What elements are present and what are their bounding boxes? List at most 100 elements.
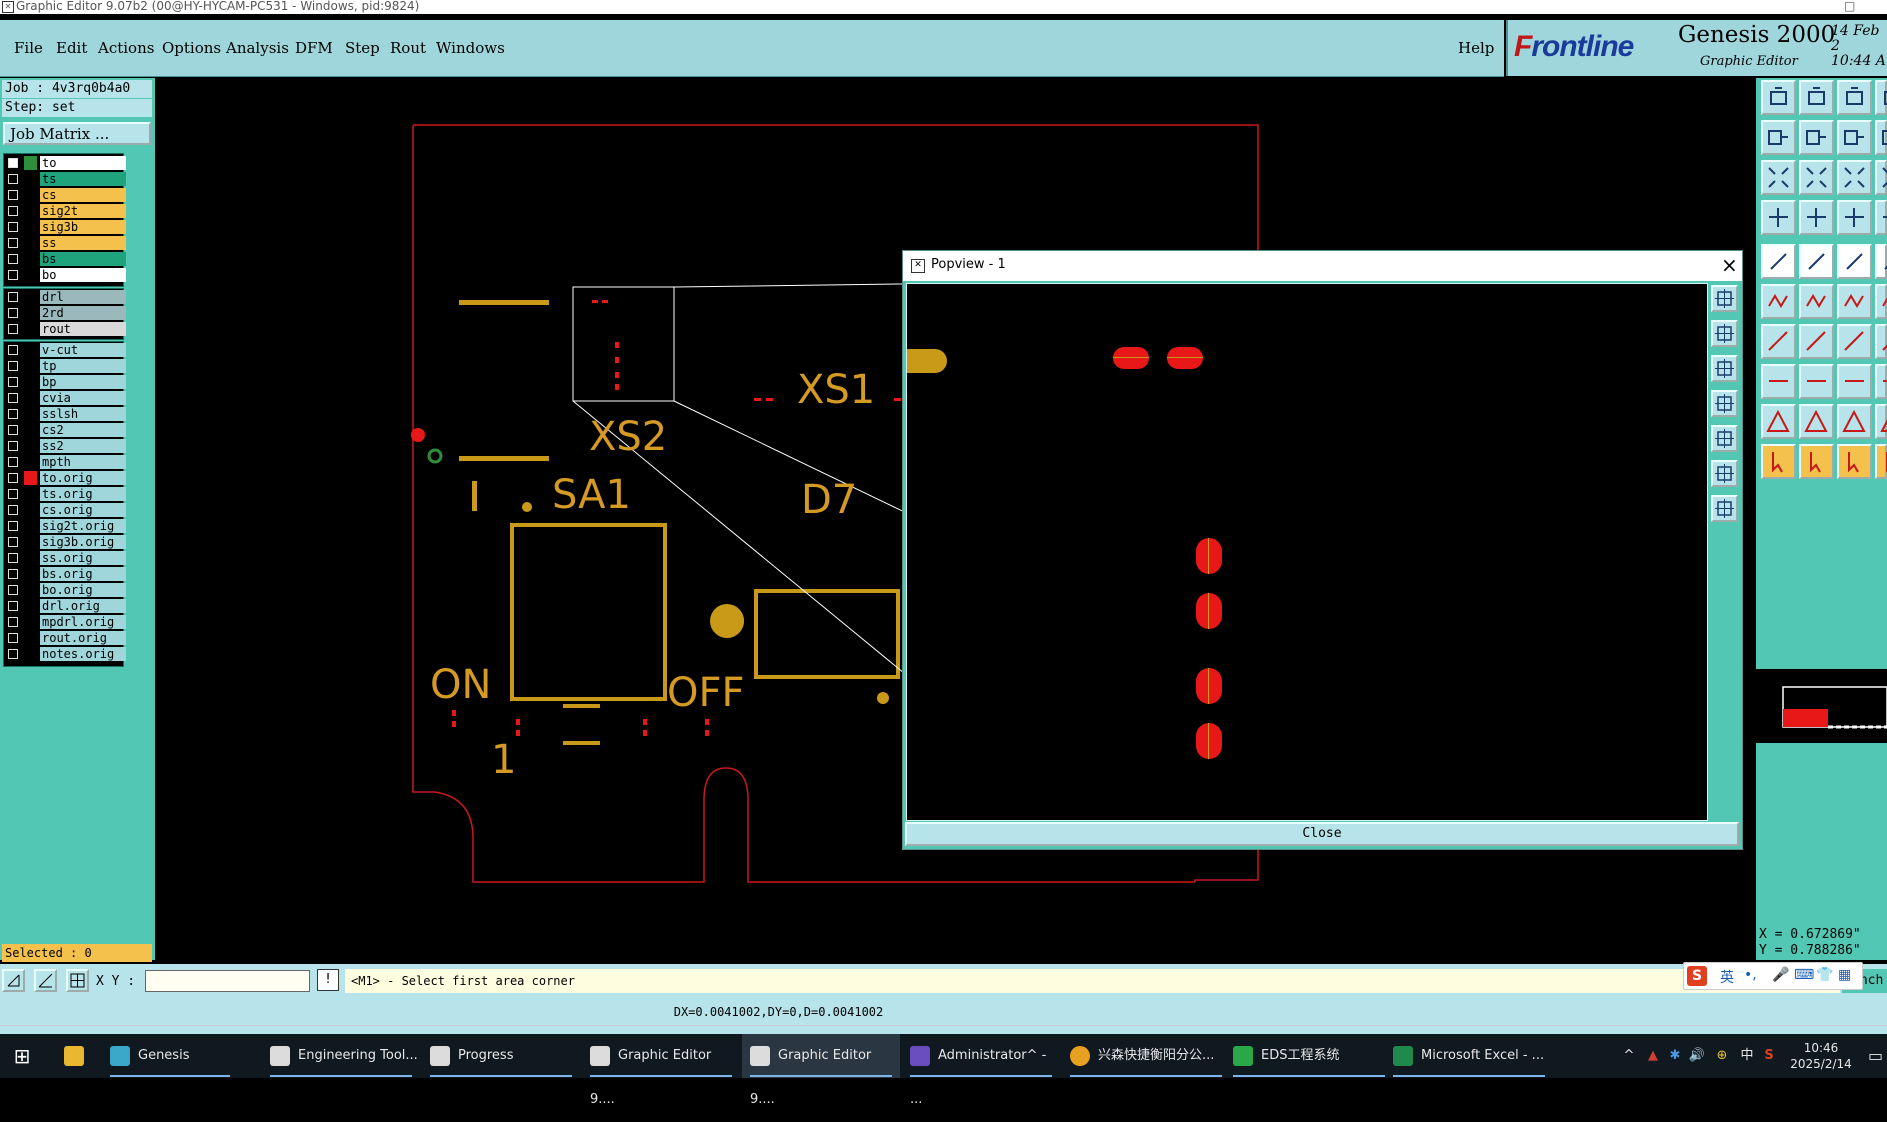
layer-row-cs-orig[interactable]: cs.orig: [5, 503, 126, 517]
edit-tool-icon-1[interactable]: [1761, 284, 1796, 319]
xy-input[interactable]: [145, 970, 310, 992]
layer-row-drl[interactable]: drl: [5, 290, 126, 304]
layer-color-swatch[interactable]: [24, 391, 37, 405]
layer-color-swatch[interactable]: [24, 343, 37, 357]
pointer-tool-icon-1[interactable]: [1761, 444, 1796, 479]
layer-checkbox[interactable]: [8, 222, 18, 232]
layer-checkbox[interactable]: [8, 553, 18, 563]
layer-color-swatch[interactable]: [24, 359, 37, 373]
snap-icon[interactable]: [2, 969, 25, 992]
layer-checkbox[interactable]: [8, 537, 18, 547]
popview-tool-icon-6[interactable]: [1711, 460, 1738, 487]
layer-checkbox[interactable]: [8, 206, 18, 216]
shape-tool-icon-1[interactable]: [1761, 404, 1796, 439]
shape-tool-icon-4[interactable]: [1875, 404, 1887, 439]
layer-checkbox[interactable]: [8, 308, 18, 318]
taskbar-genesis[interactable]: Genesis: [102, 1034, 238, 1078]
layer-color-swatch[interactable]: [24, 647, 37, 661]
view-tool-icon-2[interactable]: [1799, 80, 1834, 115]
pointer-tool-icon-4[interactable]: [1875, 444, 1887, 479]
layer-checkbox[interactable]: [8, 361, 18, 371]
draw-tool-icon-4[interactable]: [1875, 244, 1887, 279]
layer-row-rout[interactable]: rout: [5, 322, 126, 336]
taskbar-xingsen[interactable]: 兴森快捷衡阳分公...: [1062, 1034, 1230, 1078]
layer-name[interactable]: rout: [40, 322, 126, 336]
measure-icon[interactable]: [34, 969, 57, 992]
tools-tool-icon-1[interactable]: [1761, 200, 1796, 235]
layer-row-sig3b[interactable]: sig3b: [5, 220, 126, 234]
layer-name[interactable]: ss2: [40, 439, 126, 453]
layer-color-swatch[interactable]: [24, 322, 37, 336]
layer-color-swatch[interactable]: [24, 503, 37, 517]
layer-color-swatch[interactable]: [24, 423, 37, 437]
layer-checkbox[interactable]: [8, 292, 18, 302]
layer-checkbox[interactable]: [8, 441, 18, 451]
layer-color-swatch[interactable]: [24, 236, 37, 250]
edit-tool-icon-2[interactable]: [1799, 284, 1834, 319]
shape-tool-icon-2[interactable]: [1799, 404, 1834, 439]
layer-row-bo-orig[interactable]: bo.orig: [5, 583, 126, 597]
edit-tool-icon-3[interactable]: [1837, 284, 1872, 319]
layer-checkbox[interactable]: [8, 158, 18, 168]
layer-checkbox[interactable]: [8, 409, 18, 419]
layer-checkbox[interactable]: [8, 254, 18, 264]
draw-tool-icon-1[interactable]: [1761, 244, 1796, 279]
ime-menu-icon[interactable]: ▦: [1838, 967, 1851, 983]
menu-rout[interactable]: Rout: [390, 39, 426, 57]
layer-checkbox[interactable]: [8, 473, 18, 483]
pointer-tool-icon-2[interactable]: [1799, 444, 1834, 479]
layer-color-swatch[interactable]: [24, 615, 37, 629]
layer-checkbox[interactable]: [8, 393, 18, 403]
popview-tool-icon-5[interactable]: [1711, 425, 1738, 452]
layer-row-ss[interactable]: ss: [5, 236, 126, 250]
popview-close-button[interactable]: Close: [905, 822, 1739, 846]
layer-row-2rd[interactable]: 2rd: [5, 306, 126, 320]
layer-name[interactable]: drl: [40, 290, 126, 304]
popview-tool-icon-3[interactable]: [1711, 355, 1738, 382]
fit-tool-icon-3[interactable]: [1837, 160, 1872, 195]
popview-tool-icon-7[interactable]: [1711, 495, 1738, 522]
ime-language[interactable]: 英: [1720, 967, 1734, 987]
tray-ime-indicator[interactable]: 中: [1736, 1034, 1758, 1078]
start-icon[interactable]: ⊞: [0, 1034, 44, 1078]
layer-checkbox[interactable]: [8, 377, 18, 387]
layer-color-swatch[interactable]: [24, 567, 37, 581]
layer-name[interactable]: bo: [40, 268, 126, 282]
popview-tool-icon-2[interactable]: [1711, 320, 1738, 347]
menu-actions[interactable]: Actions: [98, 39, 154, 57]
layer-row-bo[interactable]: bo: [5, 268, 126, 282]
tools-tool-icon-2[interactable]: [1799, 200, 1834, 235]
layer-checkbox[interactable]: [8, 174, 18, 184]
layer-color-swatch[interactable]: [24, 599, 37, 613]
job-matrix-button[interactable]: Job Matrix ...: [3, 122, 151, 145]
layer-name[interactable]: sig2t: [40, 204, 126, 218]
fit-tool-icon-2[interactable]: [1799, 160, 1834, 195]
layer-color-swatch[interactable]: [24, 306, 37, 320]
layer-checkbox[interactable]: [8, 585, 18, 595]
layer-row-bs-orig[interactable]: bs.orig: [5, 567, 126, 581]
close-icon[interactable]: ×: [1721, 253, 1738, 277]
layer-row-tp[interactable]: tp: [5, 359, 126, 373]
layer-name[interactable]: rout.orig: [40, 631, 126, 645]
layer-row-mpdrl-orig[interactable]: mpdrl.orig: [5, 615, 126, 629]
layer-checkbox[interactable]: [8, 324, 18, 334]
snap-tool-icon-2[interactable]: [1799, 364, 1834, 399]
layer-row-ts-orig[interactable]: ts.orig: [5, 487, 126, 501]
layer-name[interactable]: ts: [40, 172, 126, 186]
layer-name[interactable]: mpth: [40, 455, 126, 469]
layer-name[interactable]: notes.orig: [40, 647, 126, 661]
skin-icon[interactable]: 👕: [1816, 967, 1833, 983]
layer-name[interactable]: ss.orig: [40, 551, 126, 565]
layer-row-sig2t-orig[interactable]: sig2t.orig: [5, 519, 126, 533]
layer-color-swatch[interactable]: [24, 156, 37, 170]
layer-checkbox[interactable]: [8, 617, 18, 627]
layer-checkbox[interactable]: [8, 569, 18, 579]
layer-color-swatch[interactable]: [24, 188, 37, 202]
tools-tool-icon-4[interactable]: [1875, 200, 1887, 235]
layer-name[interactable]: sig3b: [40, 220, 126, 234]
layer-checkbox[interactable]: [8, 505, 18, 515]
layer-row-sig2t[interactable]: sig2t: [5, 204, 126, 218]
menu-dfm[interactable]: DFM: [295, 39, 333, 57]
layer-name[interactable]: bs.orig: [40, 567, 126, 581]
line-tool-icon-1[interactable]: [1761, 324, 1796, 359]
